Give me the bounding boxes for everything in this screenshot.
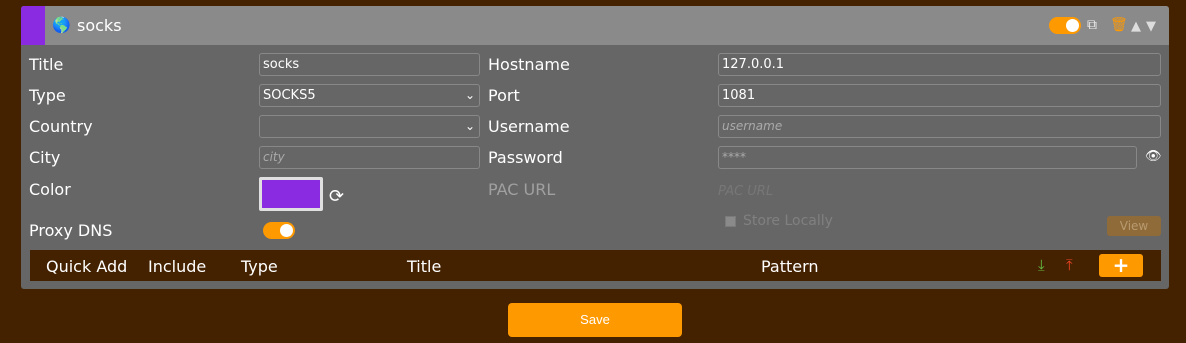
hostname-input[interactable]: 127.0.0.1 (718, 53, 1161, 76)
triangle-up-icon[interactable]: ▲ (1131, 18, 1141, 35)
trash-icon[interactable]: 🗑 (1110, 17, 1128, 34)
proxy-enabled-toggle[interactable] (1049, 17, 1081, 34)
eye-icon[interactable]: 👁 (1145, 149, 1162, 164)
import-icon[interactable]: ⤓ (1038, 256, 1045, 274)
pac-url-label: PAC URL (488, 180, 556, 199)
title-label: Title (29, 55, 64, 74)
title-input[interactable]: socks (259, 53, 480, 76)
column-include: Include (148, 257, 207, 276)
type-label: Type (29, 86, 66, 105)
view-button: View (1107, 216, 1161, 236)
hostname-label: Hostname (488, 55, 570, 74)
column-type: Type (241, 257, 278, 276)
duplicate-icon[interactable]: ⧉ (1087, 17, 1097, 34)
type-select-value: SOCKS5 (263, 88, 316, 103)
refresh-icon[interactable]: ⟳ (329, 187, 344, 207)
proxy-color-strip (21, 6, 45, 45)
patterns-header-bar: Quick Add Include Type Title Pattern ⤓ ⤒… (30, 250, 1161, 281)
country-label: Country (29, 117, 93, 136)
column-title: Title (407, 257, 442, 276)
store-locally-checkbox (725, 216, 736, 227)
type-select[interactable]: SOCKS5 ⌄ (259, 84, 480, 107)
store-locally-label: Store Locally (743, 213, 833, 229)
column-pattern: Pattern (761, 257, 819, 276)
username-input[interactable]: username (718, 115, 1161, 138)
triangle-down-icon[interactable]: ▼ (1146, 18, 1156, 35)
globe-icon: 🌎 (52, 16, 71, 34)
proxy-title: socks (77, 16, 122, 35)
port-input[interactable]: 1081 (718, 84, 1161, 107)
proxy-panel: 🌎 socks ⧉ 🗑 ▲ ▼ Title socks Type SOCKS5 … (21, 6, 1169, 289)
chevron-down-icon: ⌄ (464, 119, 475, 133)
password-label: Password (488, 148, 563, 167)
port-label: Port (488, 86, 520, 105)
toggle-knob (280, 224, 293, 237)
save-button[interactable]: Save (508, 303, 682, 337)
toggle-knob (1066, 19, 1079, 32)
chevron-down-icon: ⌄ (464, 88, 475, 102)
city-label: City (29, 148, 61, 167)
country-select[interactable]: ⌄ (259, 115, 480, 138)
proxy-dns-label: Proxy DNS (29, 221, 113, 240)
proxy-header: 🌎 socks ⧉ 🗑 ▲ ▼ (21, 6, 1169, 45)
export-icon[interactable]: ⤒ (1066, 256, 1073, 274)
color-picker[interactable] (259, 177, 323, 211)
username-label: Username (488, 117, 570, 136)
column-quick-add: Quick Add (46, 257, 128, 276)
add-pattern-button[interactable]: + (1099, 254, 1143, 277)
city-input[interactable]: city (259, 146, 480, 169)
pac-url-input: PAC URL (718, 184, 774, 199)
proxy-dns-toggle[interactable] (263, 222, 295, 239)
color-label: Color (29, 180, 71, 199)
password-input[interactable]: **** (718, 146, 1137, 169)
